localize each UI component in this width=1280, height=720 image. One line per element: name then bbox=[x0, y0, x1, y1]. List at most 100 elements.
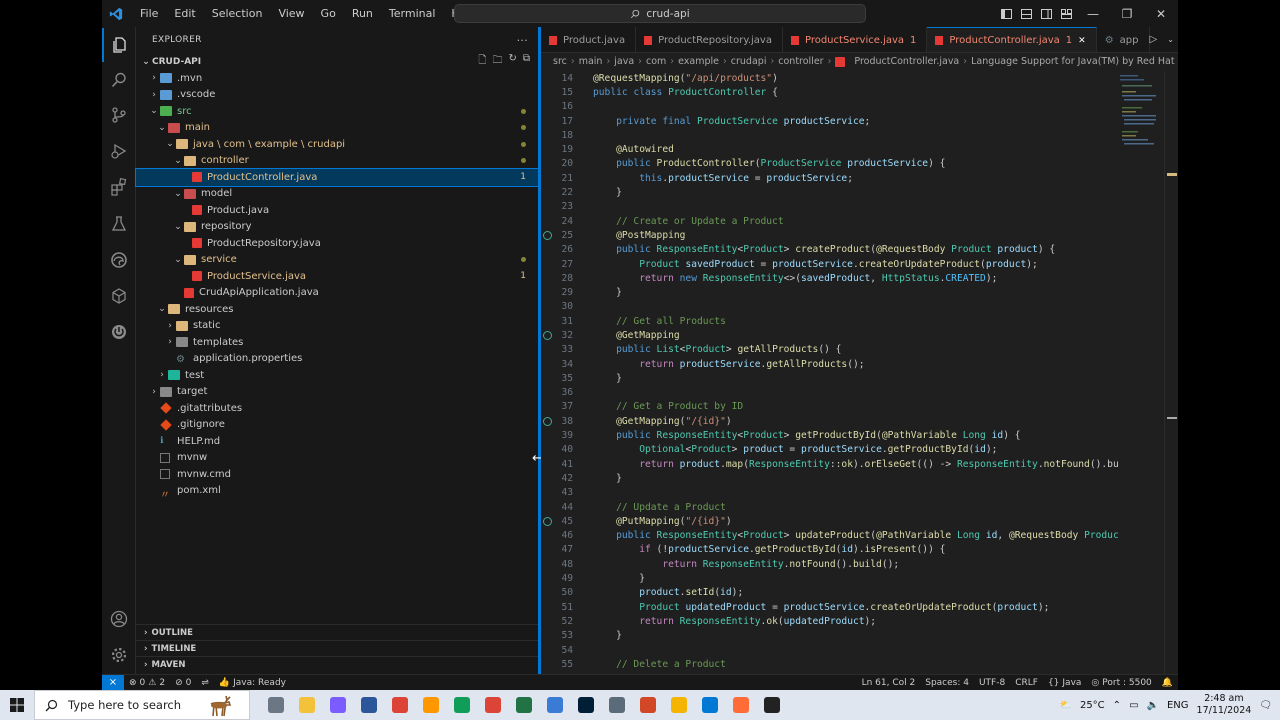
breadcrumb-item[interactable]: crudapi bbox=[731, 56, 767, 67]
timeline-section[interactable]: › TIMELINE bbox=[136, 640, 538, 656]
toggle-panel-icon[interactable] bbox=[1016, 0, 1036, 27]
menu-item-file[interactable]: File bbox=[132, 0, 166, 27]
task-view-taskbar-icon[interactable] bbox=[260, 690, 291, 720]
breadcrumb-item[interactable]: main bbox=[579, 56, 603, 67]
excel-taskbar-icon[interactable] bbox=[508, 690, 539, 720]
tree-folder[interactable]: › test bbox=[136, 367, 538, 384]
minimap[interactable] bbox=[1116, 71, 1156, 191]
tree-file[interactable]: ProductRepository.java bbox=[136, 235, 538, 252]
collapse-all-icon[interactable]: ⧉ bbox=[523, 53, 530, 70]
tree-file[interactable]: .gitignore bbox=[136, 417, 538, 434]
tree-file[interactable]: ProductController.java 1 bbox=[135, 168, 539, 187]
breadcrumb-item[interactable]: src bbox=[553, 56, 567, 67]
notifications-icon[interactable]: 🔔 bbox=[1157, 678, 1178, 688]
tree-folder[interactable]: ⌄ main bbox=[136, 120, 538, 137]
tab-product-java[interactable]: Product.java bbox=[541, 27, 637, 52]
end-of-line[interactable]: CRLF bbox=[1010, 678, 1043, 688]
spring-mapping-icon[interactable] bbox=[543, 230, 552, 240]
volume-icon[interactable]: 🔈 bbox=[1147, 700, 1159, 711]
accounts-icon[interactable] bbox=[102, 602, 136, 636]
show-hidden-icons-icon[interactable]: ⌃ bbox=[1113, 700, 1121, 711]
word-taskbar-icon[interactable] bbox=[353, 690, 384, 720]
tree-folder[interactable]: › .vscode bbox=[136, 87, 538, 104]
cursor-position[interactable]: Ln 61, Col 2 bbox=[857, 678, 921, 688]
tree-file[interactable]: ⚙ application.properties bbox=[136, 351, 538, 368]
snipping-taskbar-icon[interactable] bbox=[539, 690, 570, 720]
tree-file[interactable]: CrudApiApplication.java bbox=[136, 285, 538, 302]
search-icon[interactable] bbox=[102, 63, 136, 97]
tree-folder[interactable]: ⌄ src bbox=[136, 103, 538, 120]
more-actions-icon[interactable]: ··· bbox=[517, 34, 528, 47]
menu-item-edit[interactable]: Edit bbox=[166, 0, 203, 27]
close-tab-icon[interactable]: ✕ bbox=[1078, 36, 1086, 46]
live-server-port[interactable]: ◎ Port : 5500 bbox=[1086, 678, 1156, 688]
customize-layout-icon[interactable] bbox=[1056, 0, 1076, 27]
ports-indicator[interactable]: ⊘ 0 bbox=[170, 678, 196, 688]
tree-folder[interactable]: ⌄ resources bbox=[136, 301, 538, 318]
tree-file[interactable]: mvnw.cmd bbox=[136, 466, 538, 483]
spring-mapping-icon[interactable] bbox=[543, 516, 552, 526]
input-language[interactable]: ENG bbox=[1167, 700, 1189, 711]
tree-folder[interactable]: › .mvn bbox=[136, 70, 538, 87]
menu-item-selection[interactable]: Selection bbox=[204, 0, 271, 27]
photoshop-taskbar-icon[interactable] bbox=[570, 690, 601, 720]
taskbar-search[interactable]: Type here to search bbox=[34, 690, 250, 720]
tree-file[interactable]: mvnw bbox=[136, 450, 538, 467]
tab-productcontroller-java[interactable]: ProductController.java 1 ✕ bbox=[927, 27, 1097, 52]
calculator-taskbar-icon[interactable] bbox=[601, 690, 632, 720]
spring-mapping-icon[interactable] bbox=[543, 416, 552, 426]
tab-productservice-java[interactable]: ProductService.java 1 bbox=[783, 27, 928, 52]
tree-folder[interactable]: › templates bbox=[136, 334, 538, 351]
breadcrumb-item[interactable]: java bbox=[614, 56, 634, 67]
tree-folder[interactable]: ⌄ repository bbox=[136, 219, 538, 236]
tree-folder[interactable]: ⌄ java \ com \ example \ crudapi bbox=[136, 136, 538, 153]
postman-taskbar-icon[interactable] bbox=[725, 690, 756, 720]
temperature[interactable]: 25°C bbox=[1080, 700, 1105, 711]
encoding[interactable]: UTF-8 bbox=[974, 678, 1010, 688]
breadcrumb-item[interactable]: Language Support for Java(TM) by Red Hat bbox=[971, 56, 1175, 67]
chrome-2-taskbar-icon[interactable] bbox=[446, 690, 477, 720]
copilot-taskbar-icon[interactable] bbox=[322, 690, 353, 720]
tree-file[interactable]: .gitattributes bbox=[136, 400, 538, 417]
run-debug-icon[interactable] bbox=[102, 134, 136, 168]
tree-file[interactable]: ℹ HELP.md bbox=[136, 433, 538, 450]
maven-section[interactable]: › MAVEN bbox=[136, 656, 538, 672]
restore-button[interactable]: ❐ bbox=[1110, 0, 1144, 27]
containers-icon[interactable] bbox=[102, 279, 136, 313]
github-taskbar-icon[interactable] bbox=[756, 690, 787, 720]
toggle-secondary-sidebar-icon[interactable] bbox=[1036, 0, 1056, 27]
menu-item-go[interactable]: Go bbox=[313, 0, 344, 27]
breadcrumb-item[interactable]: controller bbox=[778, 56, 823, 67]
powerpoint-taskbar-icon[interactable] bbox=[632, 690, 663, 720]
command-center[interactable]: crud-api bbox=[454, 4, 866, 23]
tree-folder[interactable]: ⌄ model bbox=[136, 186, 538, 203]
notification-center-icon[interactable]: 🗨 bbox=[1259, 700, 1272, 711]
refresh-icon[interactable]: ↻ bbox=[508, 53, 516, 70]
project-header[interactable]: ⌄ CRUD-API 🗋 🗀 ↻ ⧉ bbox=[136, 53, 538, 70]
vscode-taskbar-icon[interactable] bbox=[694, 690, 725, 720]
sublime-taskbar-icon[interactable] bbox=[415, 690, 446, 720]
tree-file[interactable]: 〃 pom.xml bbox=[136, 483, 538, 501]
testing-flask-icon[interactable] bbox=[102, 207, 136, 241]
source-control-icon[interactable] bbox=[102, 98, 136, 132]
tree-folder[interactable]: › static bbox=[136, 318, 538, 335]
chrome-3-taskbar-icon[interactable] bbox=[477, 690, 508, 720]
outline-section[interactable]: › OUTLINE bbox=[136, 624, 538, 640]
toggle-primary-sidebar-icon[interactable] bbox=[996, 0, 1016, 27]
tree-folder[interactable]: › target bbox=[136, 384, 538, 401]
menu-item-run[interactable]: Run bbox=[344, 0, 381, 27]
extensions-icon[interactable] bbox=[102, 170, 136, 204]
indentation[interactable]: Spaces: 4 bbox=[920, 678, 974, 688]
tab-productrepository-java[interactable]: ProductRepository.java bbox=[636, 27, 783, 52]
tree-file[interactable]: ProductService.java 1 bbox=[136, 268, 538, 285]
new-file-icon[interactable]: 🗋 bbox=[478, 53, 486, 70]
clock[interactable]: 2:48 am 17/11/2024 bbox=[1197, 693, 1252, 717]
settings-gear-icon[interactable] bbox=[102, 638, 136, 672]
windows-start-icon[interactable] bbox=[0, 690, 34, 720]
breadcrumb-item[interactable]: example bbox=[678, 56, 719, 67]
minimize-button[interactable]: — bbox=[1076, 0, 1110, 27]
code-editor[interactable]: 14 @RequestMapping("/api/products") 15 publ… bbox=[541, 71, 1119, 674]
breadcrumb-item[interactable]: ProductController.java bbox=[854, 56, 959, 67]
spring-boot-dashboard-icon[interactable] bbox=[102, 315, 136, 349]
run-dropdown-icon[interactable]: ⌄ bbox=[1167, 35, 1174, 44]
